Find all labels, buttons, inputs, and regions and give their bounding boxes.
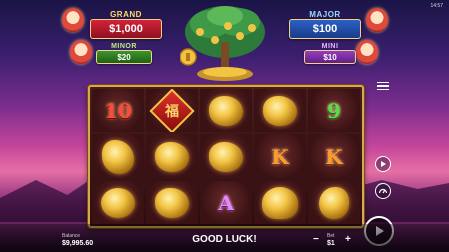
gold-pig-symbol (209, 95, 243, 126)
reel-cell: K (308, 134, 360, 179)
mini-label: MINI (321, 43, 339, 50)
minor-label: MINOR (111, 43, 137, 50)
speedometer-icon (378, 188, 388, 194)
bet-label: Bet (327, 233, 335, 239)
mini-mascot (356, 40, 378, 64)
menu-icon (377, 81, 389, 84)
reel-cell (254, 181, 306, 224)
grand-value: $1,000 (90, 19, 162, 39)
menu-button[interactable] (376, 80, 390, 92)
reel-cell (146, 181, 198, 224)
reel-cell: 9 (308, 89, 360, 132)
reel-cell (146, 134, 198, 179)
bet-increase-button[interactable]: + (345, 234, 351, 245)
gold-monkey-symbol (319, 186, 349, 219)
major-label: MAJOR (309, 10, 341, 19)
money-tree (180, 6, 265, 81)
mini-jackpot: MINI $10 (304, 43, 356, 64)
turbo-button[interactable] (375, 183, 391, 199)
gold-turtle-symbol (101, 187, 135, 218)
symbol-k: K (271, 144, 289, 169)
autoplay-button[interactable] (375, 156, 391, 172)
gold-pig-symbol (209, 141, 243, 172)
reel-cell (92, 181, 144, 224)
reel-cell (254, 89, 306, 132)
minor-jackpot: MINOR $20 (96, 43, 152, 64)
symbol-a: A (218, 190, 234, 215)
reel-cell: A (200, 181, 252, 224)
minor-mascot (70, 40, 92, 64)
grand-jackpot: GRAND $1,000 (90, 10, 162, 39)
reel-grid: 10 福 9 K K A (88, 85, 364, 228)
reel-cell: K (254, 134, 306, 179)
symbol-k: K (325, 144, 343, 169)
fu-symbol: 福 (149, 89, 195, 132)
bet-value: $1 (327, 240, 335, 247)
fu-character: 福 (165, 103, 179, 120)
clock: 14:57 (430, 3, 443, 9)
reel-cell (92, 134, 144, 179)
major-value: $100 (289, 19, 361, 39)
symbol-9: 9 (327, 98, 341, 123)
gold-pig-symbol (155, 187, 189, 218)
reel-cell (200, 89, 252, 132)
play-icon (381, 161, 386, 167)
gold-rooster-symbol (102, 139, 134, 174)
major-jackpot: MAJOR $100 (289, 10, 361, 39)
reel-cell: 10 (92, 89, 144, 132)
reel-cell: 福 (146, 89, 198, 132)
grand-mascot (62, 8, 84, 32)
reel-cell (308, 181, 360, 224)
status-message: GOOD LUCK! (192, 234, 257, 245)
minor-value: $20 (96, 50, 152, 64)
gold-pig-symbol (263, 95, 297, 126)
bet: Bet $1 (327, 233, 335, 247)
symbol-10: 10 (104, 98, 132, 123)
grand-label: GRAND (110, 10, 142, 19)
major-mascot (366, 8, 388, 32)
reel-cell (200, 134, 252, 179)
bet-decrease-button[interactable]: − (313, 234, 319, 245)
mini-value: $10 (304, 50, 356, 64)
gold-tiger-symbol (262, 186, 298, 219)
gold-pig-symbol (155, 141, 189, 172)
